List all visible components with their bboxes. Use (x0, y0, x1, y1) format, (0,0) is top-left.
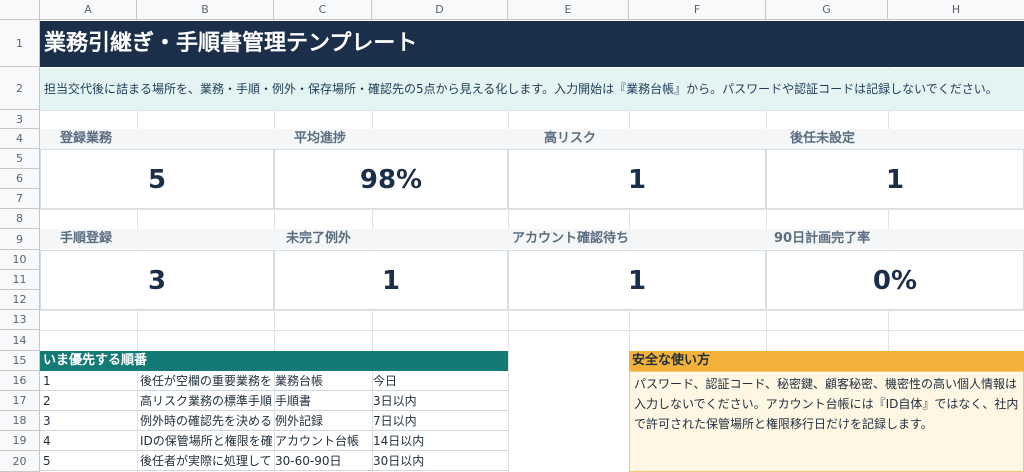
priority-sheet: アカウント台帳 (275, 434, 360, 448)
priority-task: 高リスク業務の標準手順 (140, 394, 273, 408)
row-header-13[interactable]: 13 (0, 310, 40, 330)
priority-due: 7日以内 (373, 414, 417, 428)
kpi-value-90day-completion: 0% (872, 266, 918, 296)
row-header-14[interactable]: 14 (0, 330, 40, 351)
kpi-card-account-pending: 1 (508, 250, 766, 310)
kpi-label-account-pending: アカウント確認待ち (508, 229, 766, 249)
row-header-2[interactable]: 2 (0, 67, 40, 110)
column-header-c[interactable]: C (274, 0, 372, 20)
kpi-value-procedures: 3 (147, 266, 167, 296)
priority-number: 1 (43, 374, 51, 388)
priority-due: 14日以内 (373, 434, 425, 448)
kpi-label-procedures: 手順登録 (40, 229, 274, 249)
priority-sheet: 30-60-90日 (275, 454, 342, 468)
priority-sheet: 業務台帳 (275, 374, 324, 388)
kpi-value-high-risk: 1 (627, 165, 647, 195)
kpi-label-open-exceptions: 未完了例外 (274, 229, 508, 249)
kpi-label-high-risk: 高リスク (508, 129, 766, 149)
priority-row[interactable]: 4 IDの保管場所と権限を確 アカウント台帳 14日以内 (40, 431, 508, 451)
row-header-15[interactable]: 15 (0, 351, 40, 371)
row-header-12[interactable]: 12 (0, 290, 40, 310)
kpi-card-registered-tasks: 5 (40, 149, 274, 209)
row-header-3[interactable]: 3 (0, 110, 40, 129)
kpi-value-open-exceptions: 1 (381, 266, 401, 296)
row-header-16[interactable]: 16 (0, 371, 40, 391)
priority-row[interactable]: 3 例外時の確認先を決める 例外記録 7日以内 (40, 411, 508, 431)
kpi-card-average-progress: 98% (274, 149, 508, 209)
priority-row[interactable]: 1 後任が空欄の重要業務を 業務台帳 今日 (40, 371, 508, 391)
priority-number: 2 (43, 394, 51, 408)
column-header-d[interactable]: D (372, 0, 508, 20)
kpi-label-90day-completion: 90日計画完了率 (766, 229, 1024, 249)
column-header-bar: A B C D E F G H (0, 0, 1024, 20)
select-all-corner[interactable] (0, 0, 40, 20)
column-header-g[interactable]: G (766, 0, 888, 20)
priority-task: IDの保管場所と権限を確 (140, 434, 273, 448)
kpi-card-90day-completion: 0% (766, 250, 1024, 310)
row-header-6[interactable]: 6 (0, 169, 40, 189)
priority-due: 3日以内 (373, 394, 417, 408)
row-header-5[interactable]: 5 (0, 149, 40, 169)
kpi-label-average-progress: 平均進捗 (274, 129, 508, 149)
kpi-value-average-progress: 98% (359, 165, 423, 195)
kpi-card-no-successor: 1 (766, 149, 1024, 209)
kpi-card-procedures: 3 (40, 250, 274, 310)
kpi-value-registered-tasks: 5 (147, 165, 167, 195)
priority-row[interactable]: 2 高リスク業務の標準手順 手順書 3日以内 (40, 391, 508, 411)
row-header-19[interactable]: 19 (0, 431, 40, 451)
row-header-8[interactable]: 8 (0, 209, 40, 229)
row-header-10[interactable]: 10 (0, 250, 40, 270)
column-header-b[interactable]: B (137, 0, 274, 20)
kpi-label-registered-tasks: 登録業務 (40, 129, 274, 149)
priority-sheet: 手順書 (275, 394, 312, 408)
row-header-1[interactable]: 1 (0, 20, 40, 67)
kpi-value-no-successor: 1 (885, 165, 905, 195)
intro-text: 担当交代後に詰まる場所を、業務・手順・例外・保存場所・確認先の5点から見える化し… (40, 68, 1024, 110)
priority-header: いま優先する順番 (40, 351, 508, 371)
row-header-4[interactable]: 4 (0, 129, 40, 149)
priority-task: 例外時の確認先を決める (140, 414, 273, 428)
priority-sheet: 例外記録 (275, 414, 324, 428)
column-header-f[interactable]: F (629, 0, 766, 20)
kpi-value-account-pending: 1 (627, 266, 647, 296)
row-header-20[interactable]: 20 (0, 451, 40, 472)
priority-task: 後任者が実際に処理して (140, 454, 272, 468)
column-header-a[interactable]: A (40, 0, 137, 20)
page-title: 業務引継ぎ・手順書管理テンプレート (40, 21, 1024, 67)
priority-row[interactable]: 5 後任者が実際に処理して 30-60-90日 30日以内 (40, 451, 508, 471)
safety-note: パスワード、認証コード、秘密鍵、顧客秘密、機密性の高い個人情報は入力しないでくだ… (629, 371, 1024, 472)
row-header-11[interactable]: 11 (0, 270, 40, 290)
safety-header: 安全な使い方 (629, 351, 1024, 371)
priority-number: 4 (43, 434, 51, 448)
priority-due: 30日以内 (373, 454, 425, 468)
priority-number: 3 (43, 414, 51, 428)
row-header-9[interactable]: 9 (0, 229, 40, 250)
priority-number: 5 (43, 454, 51, 468)
priority-due: 今日 (373, 374, 398, 388)
priority-task: 後任が空欄の重要業務を (140, 374, 273, 388)
row-header-7[interactable]: 7 (0, 189, 40, 209)
row-header-17[interactable]: 17 (0, 391, 40, 411)
column-header-h[interactable]: H (888, 0, 1024, 20)
column-header-e[interactable]: E (508, 0, 629, 20)
kpi-label-no-successor: 後任未設定 (766, 129, 1024, 149)
row-header-18[interactable]: 18 (0, 411, 40, 431)
kpi-card-open-exceptions: 1 (274, 250, 508, 310)
kpi-card-high-risk: 1 (508, 149, 766, 209)
